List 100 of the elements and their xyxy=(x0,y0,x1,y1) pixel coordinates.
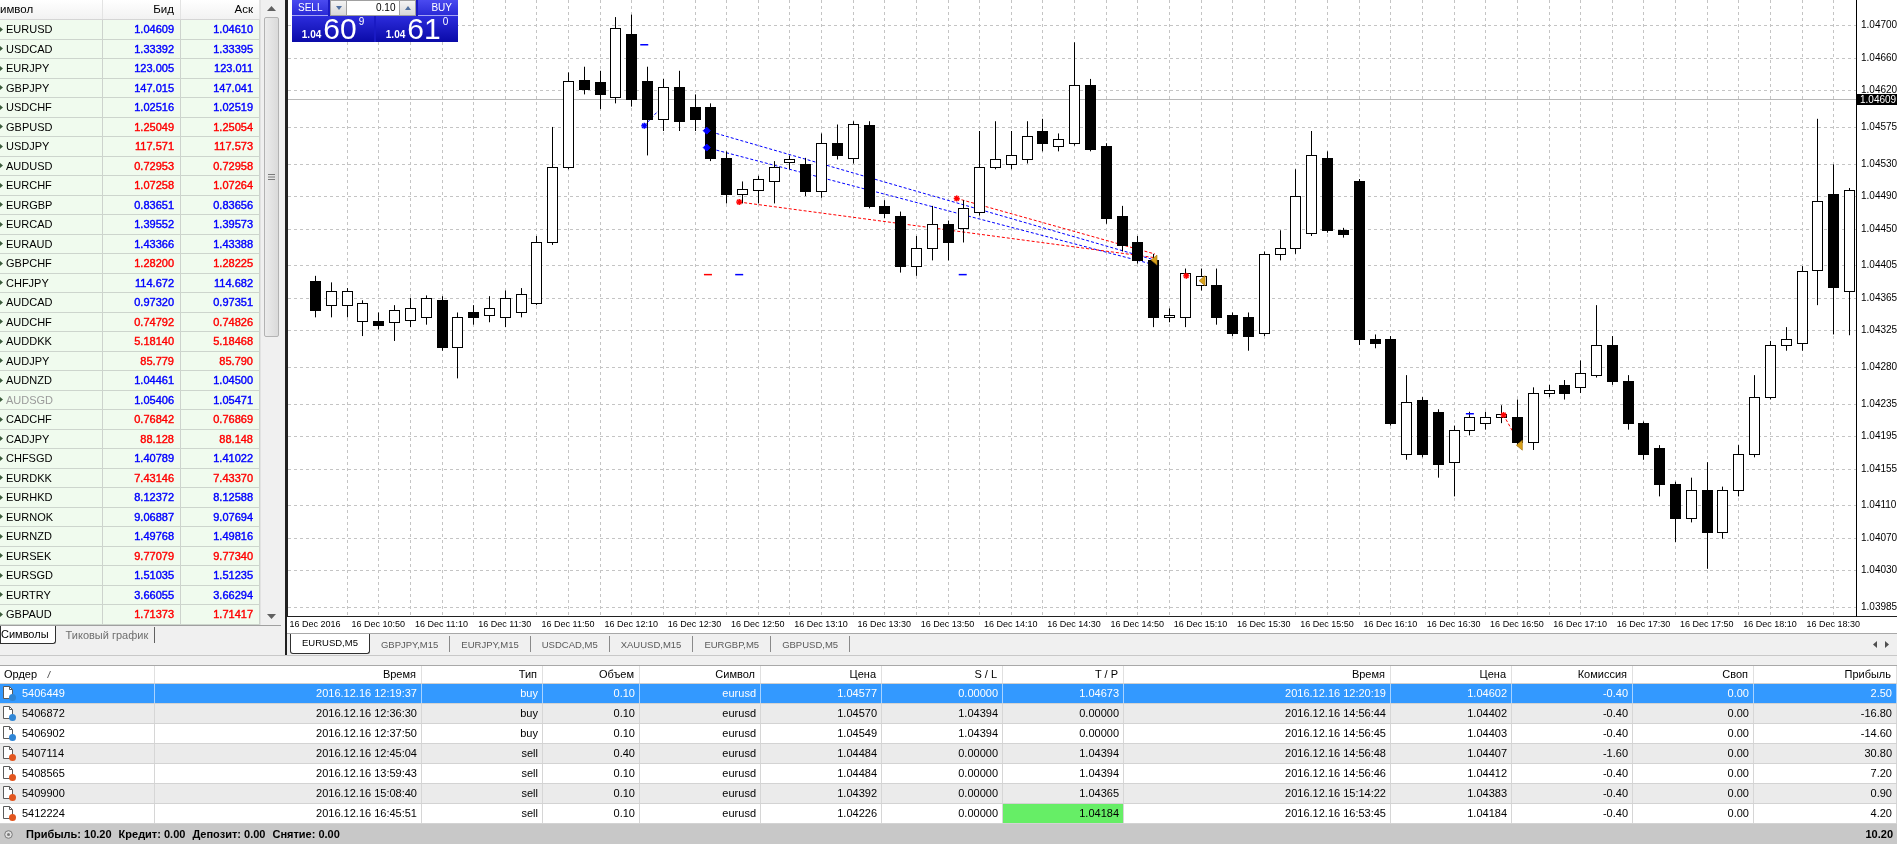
order-type: sell xyxy=(422,744,543,763)
order-row[interactable]: 5407114 2016.12.16 12:45:04 sell 0.40 eurusd 1.04484 0.00000 1.04394 2016.12.16 14:56:48 1.04407 -1.60 0.00 30.80 xyxy=(0,744,1897,764)
symbol-row[interactable]: EURAUD 1.43366 1.43388 xyxy=(0,234,260,254)
bid-price: 0.74792 xyxy=(103,312,181,331)
order-row[interactable]: 5406872 2016.12.16 12:36:30 buy 0.10 eurusd 1.04570 1.04394 0.00000 2016.12.16 14:56:44 1.04402 -0.40 0.00 -16.80 xyxy=(0,704,1897,724)
symbol-row[interactable]: EURCAD 1.39552 1.39573 xyxy=(0,215,260,235)
row-marker-icon xyxy=(0,494,3,500)
document-icon xyxy=(3,706,13,719)
order-row[interactable]: 5408565 2016.12.16 13:59:43 sell 0.10 eurusd 1.04484 0.00000 1.04394 2016.12.16 14:56:46 1.04412 -0.40 0.00 7.20 xyxy=(0,764,1897,784)
open-time: 2016.12.16 16:45:51 xyxy=(155,804,422,823)
time-label: 16 Dec 11:50 xyxy=(541,618,595,631)
swap: 0.00 xyxy=(1633,764,1754,783)
increase-button[interactable] xyxy=(399,0,417,16)
panel-tab[interactable]: Тиковый график xyxy=(55,627,156,643)
symbol-row[interactable]: EURTRY 3.66055 3.66294 xyxy=(0,585,260,605)
symbol-row[interactable]: EURGBP 0.83651 0.83656 xyxy=(0,195,260,215)
candle xyxy=(421,294,432,326)
order-row[interactable]: 5412224 2016.12.16 16:45:51 sell 0.10 eurusd 1.04226 0.00000 1.04184 2016.12.16 16:53:45 1.04184 -0.40 0.00 4.20 xyxy=(0,804,1897,824)
candle xyxy=(1449,425,1460,497)
document-icon xyxy=(3,806,13,819)
chart-tab[interactable]: GBPUSD,M5 xyxy=(771,636,851,652)
column-header[interactable]: Комиссия xyxy=(1512,666,1633,683)
document-icon xyxy=(3,686,13,699)
time-label: 16 Dec 16:10 xyxy=(1363,618,1418,631)
sell-button[interactable]: SELL xyxy=(292,0,329,16)
symbol-row[interactable]: GBPUSD 1.25049 1.25054 xyxy=(0,117,260,137)
symbol-row[interactable]: USDCHF 1.02516 1.02519 xyxy=(0,98,260,118)
symbol-row[interactable]: GBPCHF 1.28200 1.28225 xyxy=(0,254,260,274)
chart-tab[interactable]: EURGBP,M5 xyxy=(693,636,772,652)
symbol-row[interactable]: AUDDKK 5.18140 5.18468 xyxy=(0,332,260,352)
chart-tab[interactable]: XAUUSD,M15 xyxy=(609,636,694,652)
symbol-row[interactable]: EURUSD 1.04609 1.04610 xyxy=(0,20,260,40)
caret-up-icon[interactable] xyxy=(266,6,276,11)
symbol-row[interactable]: AUDCAD 0.97320 0.97351 xyxy=(0,293,260,313)
symbol-row[interactable]: EURSEK 9.77079 9.77340 xyxy=(0,546,260,566)
symbol-row[interactable]: CHFJPY 114.672 114.682 xyxy=(0,273,260,293)
symbol-row[interactable]: EURNOK 9.06887 9.07694 xyxy=(0,507,260,527)
scrollbar-track[interactable] xyxy=(260,0,281,625)
column-header[interactable]: Прибыль xyxy=(1754,666,1897,683)
panel-tab[interactable]: Символы xyxy=(0,626,56,644)
symbol-row[interactable]: EURNZD 1.49768 1.49816 xyxy=(0,527,260,547)
chart-tab[interactable]: USDCAD,M5 xyxy=(530,636,610,652)
column-header[interactable]: имвол xyxy=(0,0,103,19)
symbol-row[interactable]: GBPAUD 1.71373 1.71417 xyxy=(0,605,260,625)
column-header[interactable]: Бид xyxy=(103,0,181,19)
bid-price: 1.25049 xyxy=(103,117,181,136)
symbol-name: GBPAUD xyxy=(6,607,52,623)
asterisk-marker-icon xyxy=(952,194,961,203)
candle xyxy=(1053,132,1064,152)
candle xyxy=(326,281,337,318)
symbol-row[interactable]: AUDJPY 85.779 85.790 xyxy=(0,351,260,371)
column-header[interactable]: Объем xyxy=(543,666,640,683)
symbol-row[interactable]: EURSGD 1.51035 1.51235 xyxy=(0,566,260,586)
row-marker-icon xyxy=(0,592,3,598)
left-arrow-icon[interactable] xyxy=(1873,641,1877,648)
time-label: 16 Dec 12:30 xyxy=(667,618,722,631)
column-header[interactable]: Своп xyxy=(1633,666,1754,683)
lot-field[interactable]: 0.10 xyxy=(347,0,400,16)
bid-price: 147.015 xyxy=(103,78,181,97)
column-header[interactable]: Ордер xyxy=(4,666,38,683)
scrollbar-thumb[interactable] xyxy=(263,17,279,337)
panel-splitter[interactable] xyxy=(281,0,287,655)
symbol-row[interactable]: USDCAD 1.33392 1.33395 xyxy=(0,39,260,59)
bid-price: 1.04609 xyxy=(103,20,181,39)
symbol-row[interactable]: USDJPY 117.571 117.573 xyxy=(0,137,260,157)
symbol-row[interactable]: AUDUSD 0.72953 0.72958 xyxy=(0,156,260,176)
buy-button[interactable]: BUY xyxy=(418,0,458,16)
column-header[interactable]: Тип xyxy=(422,666,543,683)
decrease-button[interactable] xyxy=(330,0,348,16)
price-label: 1.04620 xyxy=(1861,85,1897,95)
column-header[interactable]: T / P xyxy=(1003,666,1124,683)
caret-down-icon[interactable] xyxy=(266,614,276,619)
symbol-row[interactable]: CADCHF 0.76842 0.76869 xyxy=(0,410,260,430)
symbol-row[interactable]: EURJPY 123.005 123.011 xyxy=(0,59,260,79)
order-row[interactable]: 5409900 2016.12.16 15:08:40 sell 0.10 eurusd 1.04392 0.00000 1.04365 2016.12.16 15:14:22 1.04383 -0.40 0.00 0.90 xyxy=(0,784,1897,804)
column-header[interactable]: Цена xyxy=(761,666,882,683)
chart-tab[interactable]: EURJPY,M15 xyxy=(450,636,531,652)
sort-icon[interactable] xyxy=(47,671,52,678)
column-header[interactable]: Время xyxy=(1124,666,1391,683)
right-arrow-icon[interactable] xyxy=(1885,641,1889,648)
bid-price: 1.49768 xyxy=(103,527,181,546)
symbol-row[interactable]: AUDCHF 0.74792 0.74826 xyxy=(0,312,260,332)
symbol-row[interactable]: GBPJPY 147.015 147.041 xyxy=(0,78,260,98)
symbol-row[interactable]: AUDNZD 1.04461 1.04500 xyxy=(0,371,260,391)
candle xyxy=(373,312,384,331)
symbol-row[interactable]: EURHKD 8.12372 8.12588 xyxy=(0,488,260,508)
symbol-row[interactable]: CHFSGD 1.40789 1.41022 xyxy=(0,449,260,469)
bid-price: 1.43366 xyxy=(103,234,181,253)
candle xyxy=(357,299,368,337)
symbol-row[interactable]: EURCHF 1.07258 1.07264 xyxy=(0,176,260,196)
chart-tab[interactable]: EURUSD,M5 xyxy=(290,634,370,654)
order-row[interactable]: 5406902 2016.12.16 12:37:50 buy 0.10 eurusd 1.04549 1.04394 0.00000 2016.12.16 14:56:45 1.04403 -0.40 0.00 -14.60 xyxy=(0,724,1897,744)
column-header[interactable]: Символ xyxy=(640,666,761,683)
chart-tab[interactable]: GBPJPY,M15 xyxy=(369,636,451,652)
column-header[interactable]: Цена xyxy=(1391,666,1512,683)
symbol-name: CHFSGD xyxy=(6,451,53,467)
symbol-row[interactable]: CADJPY 88.128 88.148 xyxy=(0,429,260,449)
symbol-row[interactable]: EURDKK 7.43146 7.43370 xyxy=(0,468,260,488)
column-header[interactable]: S / L xyxy=(882,666,1003,683)
column-header[interactable]: Время xyxy=(155,666,422,683)
